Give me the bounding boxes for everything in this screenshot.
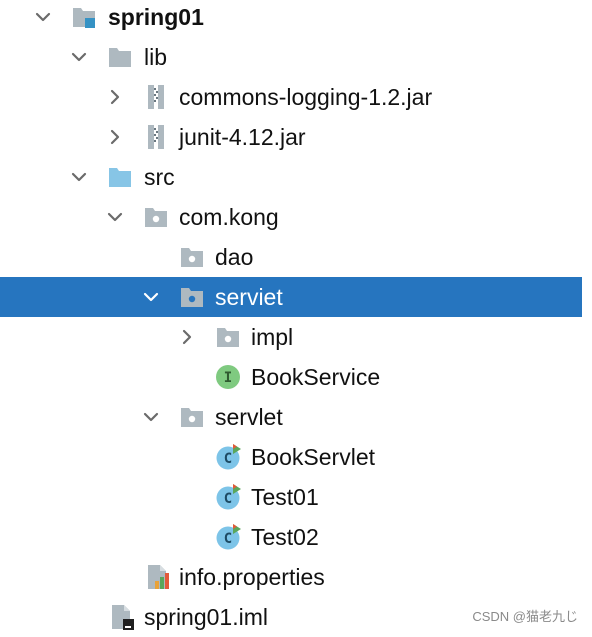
runnable-class-icon: C bbox=[216, 524, 241, 550]
tree-row-bookservice[interactable]: I BookService bbox=[0, 357, 582, 397]
tree-row-test02[interactable]: C Test02 bbox=[0, 517, 582, 557]
chevron-down-icon[interactable] bbox=[142, 408, 160, 426]
chevron-down-icon[interactable] bbox=[106, 208, 124, 226]
tree-label: Test02 bbox=[251, 524, 319, 550]
tree-label: spring01.iml bbox=[144, 604, 268, 630]
package-icon bbox=[217, 328, 239, 347]
tree-row-com-kong[interactable]: com.kong bbox=[0, 197, 582, 237]
tree-row-lib[interactable]: lib bbox=[0, 37, 582, 77]
tree-label: dao bbox=[215, 244, 254, 270]
tree-row-spring01[interactable]: spring01 bbox=[0, 0, 582, 37]
package-icon bbox=[181, 288, 203, 307]
package-icon bbox=[181, 408, 203, 427]
tree-label: info.properties bbox=[179, 564, 325, 590]
tree-label: spring01 bbox=[108, 4, 204, 30]
tree-row-test01[interactable]: C Test01 bbox=[0, 477, 582, 517]
tree-row-info-properties[interactable]: info.properties bbox=[0, 557, 582, 597]
tree-label: serviet bbox=[215, 284, 283, 310]
chevron-down-icon[interactable] bbox=[34, 8, 52, 26]
tree-row-src[interactable]: src bbox=[0, 157, 582, 197]
project-tree: spring01 lib commons-logging-1.2.jar jun… bbox=[0, 0, 592, 633]
runnable-class-icon: C bbox=[216, 484, 241, 510]
source-folder-icon bbox=[109, 168, 131, 187]
tree-label: BookServlet bbox=[251, 444, 376, 470]
tree-row-dao[interactable]: dao bbox=[0, 237, 582, 277]
icon-letter: C bbox=[224, 451, 232, 467]
scrollbar-track[interactable] bbox=[582, 0, 592, 633]
icon-letter: C bbox=[224, 491, 232, 507]
chevron-down-icon[interactable] bbox=[70, 48, 88, 66]
package-icon bbox=[181, 248, 203, 267]
chevron-right-icon[interactable] bbox=[106, 88, 124, 106]
chevron-down-icon[interactable] bbox=[70, 168, 88, 186]
interface-icon: I bbox=[216, 365, 240, 389]
tree-label: servlet bbox=[215, 404, 283, 430]
icon-letter: I bbox=[224, 370, 232, 386]
watermark: CSDN @猫老九じ bbox=[472, 609, 578, 624]
jar-archive-icon bbox=[148, 125, 164, 149]
properties-file-icon bbox=[148, 565, 169, 589]
jar-archive-icon bbox=[148, 85, 164, 109]
folder-icon bbox=[109, 48, 131, 67]
tree-row-impl[interactable]: impl bbox=[0, 317, 582, 357]
tree-row-servlet[interactable]: servlet bbox=[0, 397, 582, 437]
tree-label: src bbox=[144, 164, 175, 190]
tree-label: Test01 bbox=[251, 484, 319, 510]
tree-row-serviet[interactable]: serviet bbox=[0, 277, 582, 317]
tree-label: com.kong bbox=[179, 204, 279, 230]
chevron-down-icon[interactable] bbox=[142, 288, 160, 306]
chevron-right-icon[interactable] bbox=[106, 128, 124, 146]
tree-row-commons-logging-jar[interactable]: commons-logging-1.2.jar bbox=[0, 77, 582, 117]
tree-label: junit-4.12.jar bbox=[179, 124, 306, 150]
tree-label: BookService bbox=[251, 364, 381, 390]
tree-label: commons-logging-1.2.jar bbox=[179, 84, 433, 110]
package-icon bbox=[145, 208, 167, 227]
tree-row-junit-jar[interactable]: junit-4.12.jar bbox=[0, 117, 582, 157]
tree-row-bookservlet[interactable]: C BookServlet bbox=[0, 437, 582, 477]
runnable-class-icon: C bbox=[216, 444, 241, 470]
module-folder-icon bbox=[73, 8, 95, 28]
tree-label: lib bbox=[144, 44, 168, 70]
chevron-right-icon[interactable] bbox=[178, 328, 196, 346]
icon-letter: C bbox=[224, 531, 232, 547]
tree-label: impl bbox=[251, 324, 294, 350]
iml-file-icon bbox=[112, 605, 134, 630]
